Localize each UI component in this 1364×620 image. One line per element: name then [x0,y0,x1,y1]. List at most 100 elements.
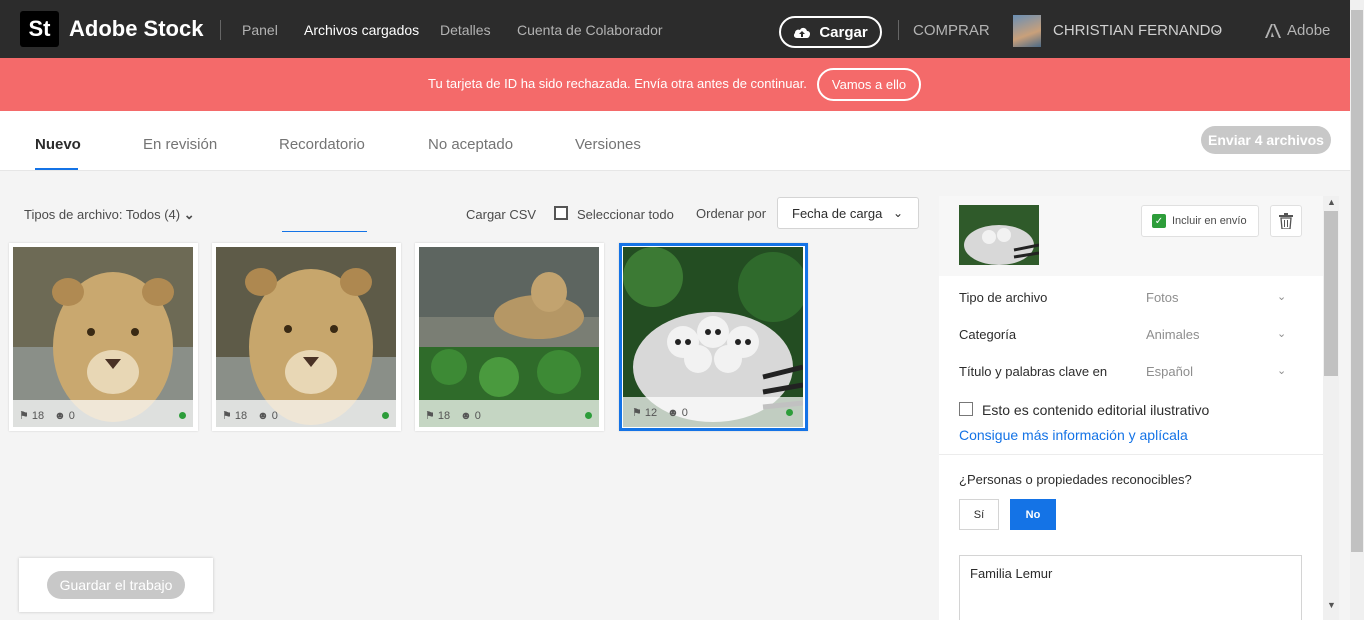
lemur-photo-preview [959,205,1039,265]
active-tab-indicator [35,168,78,170]
tag-icon: ⚑ [19,410,29,422]
include-in-submission-toggle[interactable]: ✓ Incluir en envío [1141,205,1259,237]
chevron-down-icon: ⌄ [1277,328,1287,340]
include-label: Incluir en envío [1172,215,1247,227]
thumbnail-meta: ⚑ 18 ☻ 0 [415,400,604,431]
chevron-down-icon: ⌄ [892,206,903,220]
recognizable-persons-label: ¿Personas o propiedades reconocibles? [959,472,1192,487]
sort-value: Fecha de carga [792,205,883,221]
category-row[interactable]: Categoría Animales ⌄ [959,327,1289,342]
tag-icon: ⚑ [222,410,232,422]
file-details-panel: ✓ Incluir en envío Tipo de archivo Fotos… [939,196,1323,620]
title-input[interactable]: Familia Lemur [959,555,1302,620]
nav-item-details[interactable]: Detalles [440,22,491,38]
divider [898,20,899,40]
file-type-label: Tipo de archivo [959,290,1048,305]
no-button[interactable]: No [1010,499,1056,530]
status-dot [585,412,592,419]
people-icon: ☻ [667,406,679,419]
tabs-bar: Nuevo En revisión Recordatorio No acepta… [0,111,1350,171]
nav-item-panel[interactable]: Panel [242,22,278,38]
upload-csv-link[interactable]: Cargar CSV [466,207,536,222]
language-label: Título y palabras clave en [959,364,1108,379]
keyword-count: 18 [437,409,451,422]
people-count: 0 [681,406,688,419]
delete-button[interactable] [1270,205,1302,237]
top-navigation: St Adobe Stock Panel Archivos cargados D… [0,0,1364,58]
file-thumbnail[interactable]: ⚑ 18 ☻ 0 [9,243,198,431]
save-work-button[interactable]: Guardar el trabajo [47,571,185,599]
chevron-down-icon: ⌄ [183,207,195,222]
scroll-thumb[interactable] [1351,10,1363,552]
cloud-upload-icon [794,27,811,38]
filter-label: Tipos de archivo: Todos (4) [24,207,181,222]
people-icon: ☻ [54,409,66,422]
category-label: Categoría [959,327,1017,342]
tab-no-aceptado[interactable]: No aceptado [428,136,513,153]
editorial-label[interactable]: Esto es contenido editorial ilustrativo [982,402,1209,418]
adobe-label: Adobe [1287,22,1331,39]
chevron-down-icon: ⌄ [1277,291,1287,303]
panel-header: ✓ Incluir en envío [939,196,1323,276]
send-files-button[interactable]: Enviar 4 archivos [1201,126,1331,154]
status-dot [382,412,389,419]
stock-logo[interactable]: St [20,11,59,47]
adobe-icon [1265,23,1281,38]
people-icon: ☻ [257,409,269,422]
people-icon: ☻ [460,409,472,422]
nav-item-uploaded-files[interactable]: Archivos cargados [304,22,419,38]
file-thumbnail-selected[interactable]: ⚑ 12 ☻ 0 [619,243,808,431]
banner-message: Tu tarjeta de ID ha sido rechazada. Enví… [428,76,807,91]
tab-versiones[interactable]: Versiones [575,136,641,153]
sort-select[interactable]: Fecha de carga ⌄ [777,197,919,229]
progress-line [282,231,367,232]
brand-name[interactable]: Adobe Stock [69,16,203,42]
select-all-checkbox[interactable] [554,206,568,220]
scroll-up-icon[interactable]: ▲ [1327,197,1336,207]
divider [939,454,1323,455]
divider [220,20,221,40]
nav-item-contributor-account[interactable]: Cuenta de Colaborador [517,22,663,38]
tag-icon: ⚑ [632,407,642,419]
more-info-link[interactable]: Consigue más información y aplícala [959,427,1188,443]
language-value: Español [1146,364,1193,379]
save-work-card: Guardar el trabajo [19,558,213,612]
file-type-value: Fotos [1146,290,1179,305]
user-name[interactable]: CHRISTIAN FERNANDO [1053,22,1222,39]
buy-link[interactable]: COMPRAR [913,22,990,39]
chevron-down-icon: ⌄ [1277,365,1287,377]
category-value: Animales [1146,327,1200,342]
page-scrollbar[interactable] [1350,0,1364,620]
yes-button[interactable]: Sí [959,499,999,530]
status-dot [786,409,793,416]
chevron-down-icon[interactable]: ⌄ [1212,22,1222,36]
file-type-filter[interactable]: Tipos de archivo: Todos (4) ⌄ [24,207,195,223]
thumbnail-meta: ⚑ 18 ☻ 0 [212,400,401,431]
scroll-down-icon[interactable]: ▼ [1327,600,1336,610]
error-banner: Tu tarjeta de ID ha sido rechazada. Enví… [0,58,1364,111]
tab-en-revision[interactable]: En revisión [143,136,217,153]
file-thumbnail[interactable]: ⚑ 18 ☻ 0 [415,243,604,431]
file-type-row[interactable]: Tipo de archivo Fotos ⌄ [959,290,1289,305]
language-row[interactable]: Título y palabras clave en Español ⌄ [959,364,1289,379]
scroll-thumb[interactable] [1324,211,1338,376]
select-all-label[interactable]: Seleccionar todo [577,207,674,222]
tag-icon: ⚑ [425,410,435,422]
banner-action-button[interactable]: Vamos a ello [817,68,921,101]
thumbnail-meta: ⚑ 12 ☻ 0 [622,397,805,428]
keyword-count: 18 [31,409,45,422]
file-thumbnail[interactable]: ⚑ 18 ☻ 0 [212,243,401,431]
editorial-checkbox[interactable] [959,402,973,416]
checkmark-icon: ✓ [1152,214,1166,228]
upload-button[interactable]: Cargar [779,16,882,48]
keyword-count: 18 [234,409,248,422]
adobe-logo[interactable]: Adobe [1265,22,1330,39]
keyword-count: 12 [644,406,658,419]
panel-scrollbar[interactable]: ▲ ▼ [1323,196,1339,620]
people-count: 0 [474,409,481,422]
tab-recordatorio[interactable]: Recordatorio [279,136,365,153]
tab-nuevo[interactable]: Nuevo [35,136,81,153]
avatar[interactable] [1013,15,1041,47]
status-dot [179,412,186,419]
sort-label: Ordenar por [696,206,767,221]
